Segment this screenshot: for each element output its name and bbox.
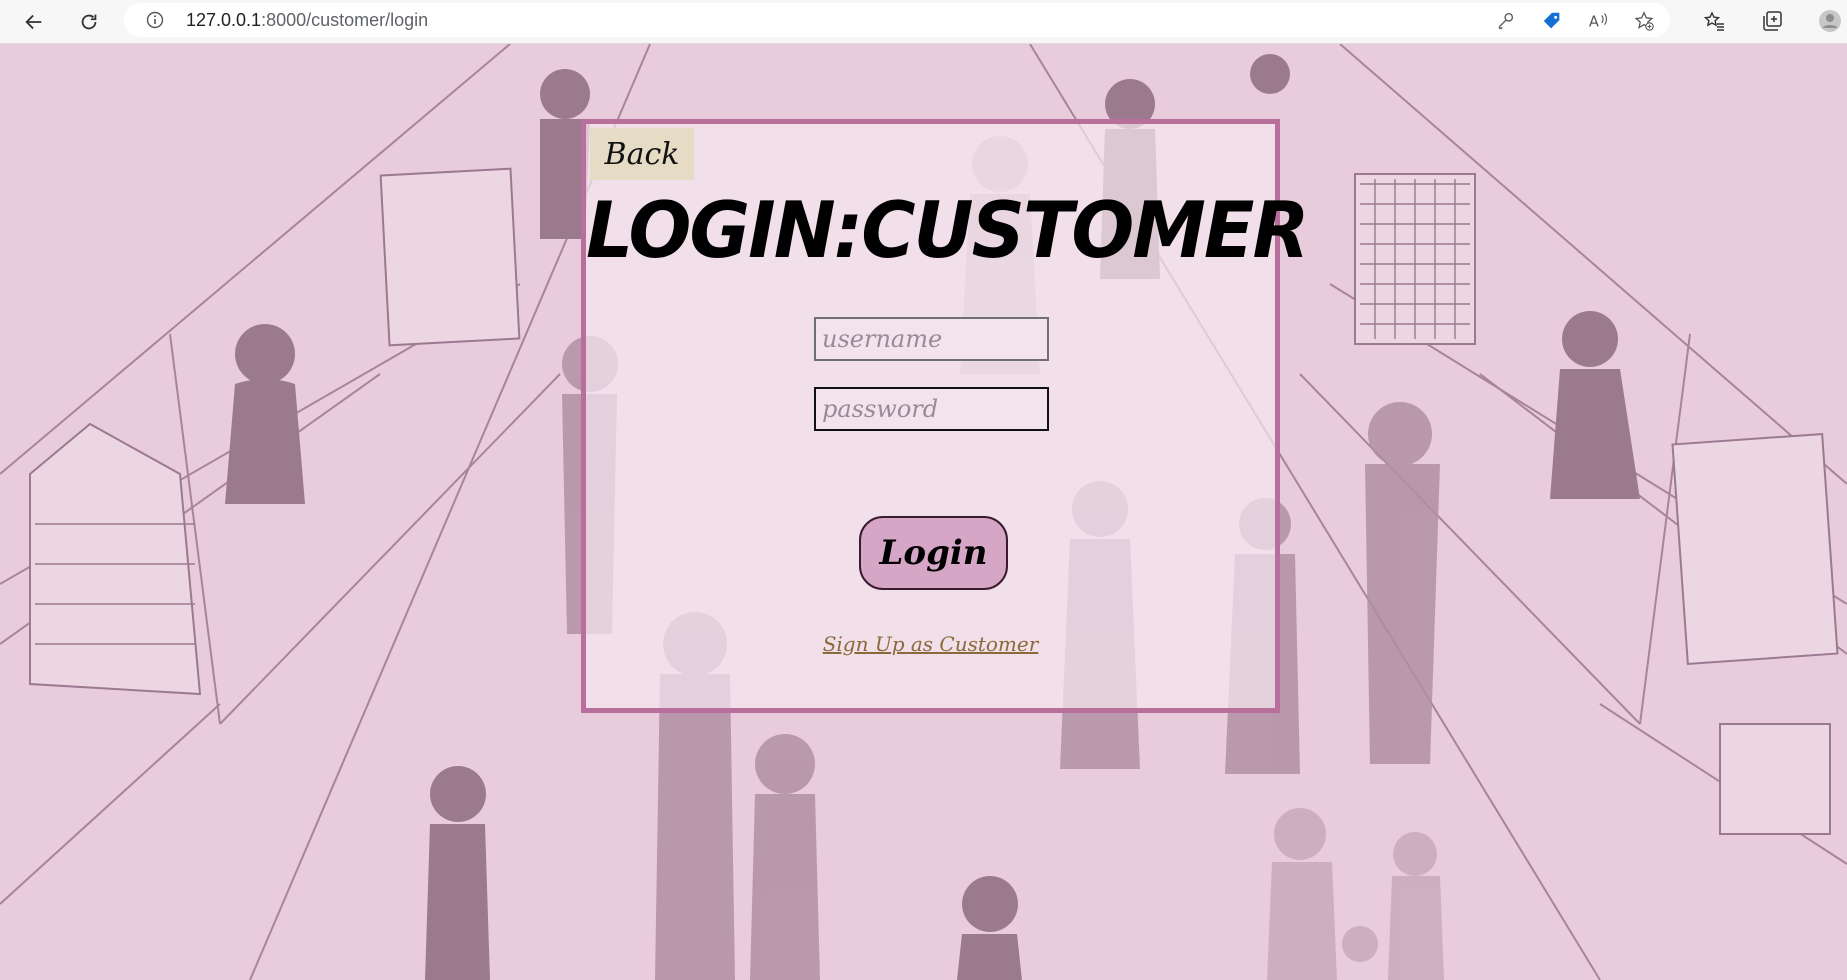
url-path: :8000/customer/login <box>261 10 429 30</box>
back-button[interactable]: Back <box>590 128 694 180</box>
login-button[interactable]: Login <box>859 516 1008 590</box>
address-bar[interactable]: 127.0.0.1:8000/customer/login A <box>124 3 1670 37</box>
browser-toolbar: 127.0.0.1:8000/customer/login A <box>0 0 1847 44</box>
username-input[interactable] <box>814 317 1049 361</box>
site-info-icon[interactable] <box>146 11 164 29</box>
url-host: 127.0.0.1 <box>186 10 262 30</box>
collections-icon[interactable] <box>1758 6 1786 36</box>
url-text: 127.0.0.1:8000/customer/login <box>186 10 428 31</box>
back-arrow-icon[interactable] <box>18 6 50 38</box>
page-title: LOGIN:CUSTOMER <box>586 185 1309 277</box>
price-tag-icon[interactable] <box>1540 9 1564 33</box>
key-icon[interactable] <box>1494 9 1518 33</box>
svg-text:A: A <box>1589 14 1599 31</box>
add-favorite-icon[interactable] <box>1632 9 1656 33</box>
read-aloud-icon[interactable]: A <box>1586 9 1610 33</box>
login-card: Back LOGIN:CUSTOMER Login Sign Up as Cus… <box>581 119 1309 713</box>
favorites-icon[interactable] <box>1700 6 1728 36</box>
sign-up-link[interactable]: Sign Up as Customer <box>586 632 1275 656</box>
reload-icon[interactable] <box>73 6 105 38</box>
password-input[interactable] <box>814 387 1049 431</box>
profile-avatar-icon[interactable] <box>1816 6 1844 36</box>
